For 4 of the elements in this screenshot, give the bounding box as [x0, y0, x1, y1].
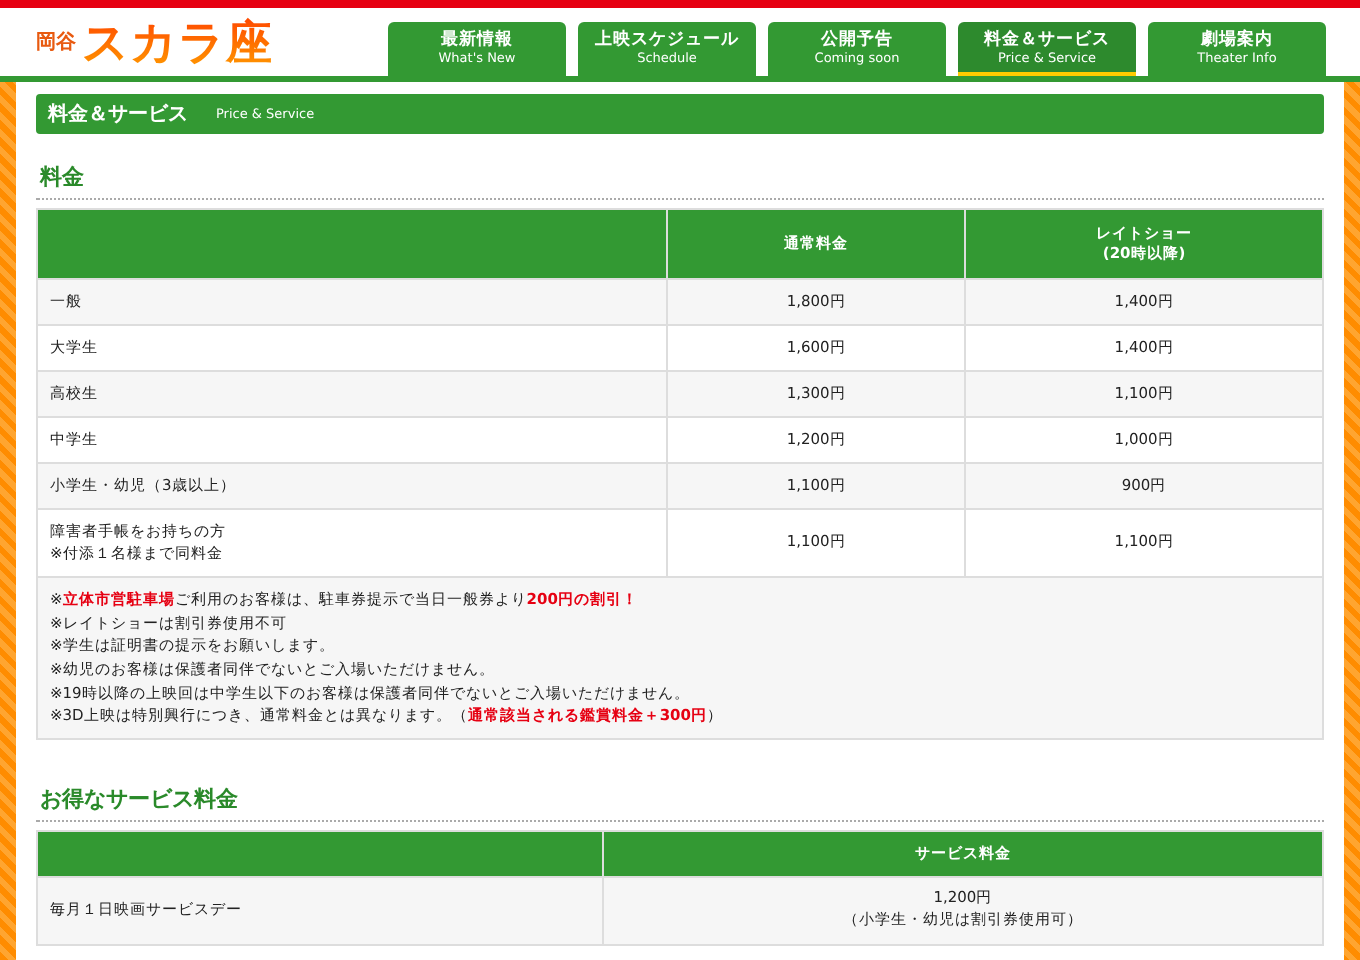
section-heading: お得なサービス料金 — [36, 739, 1324, 822]
page-title: 料金＆サービス — [48, 101, 188, 128]
section-heading: 料金 — [36, 134, 1324, 200]
logo-subtext: 岡谷 — [36, 29, 76, 56]
